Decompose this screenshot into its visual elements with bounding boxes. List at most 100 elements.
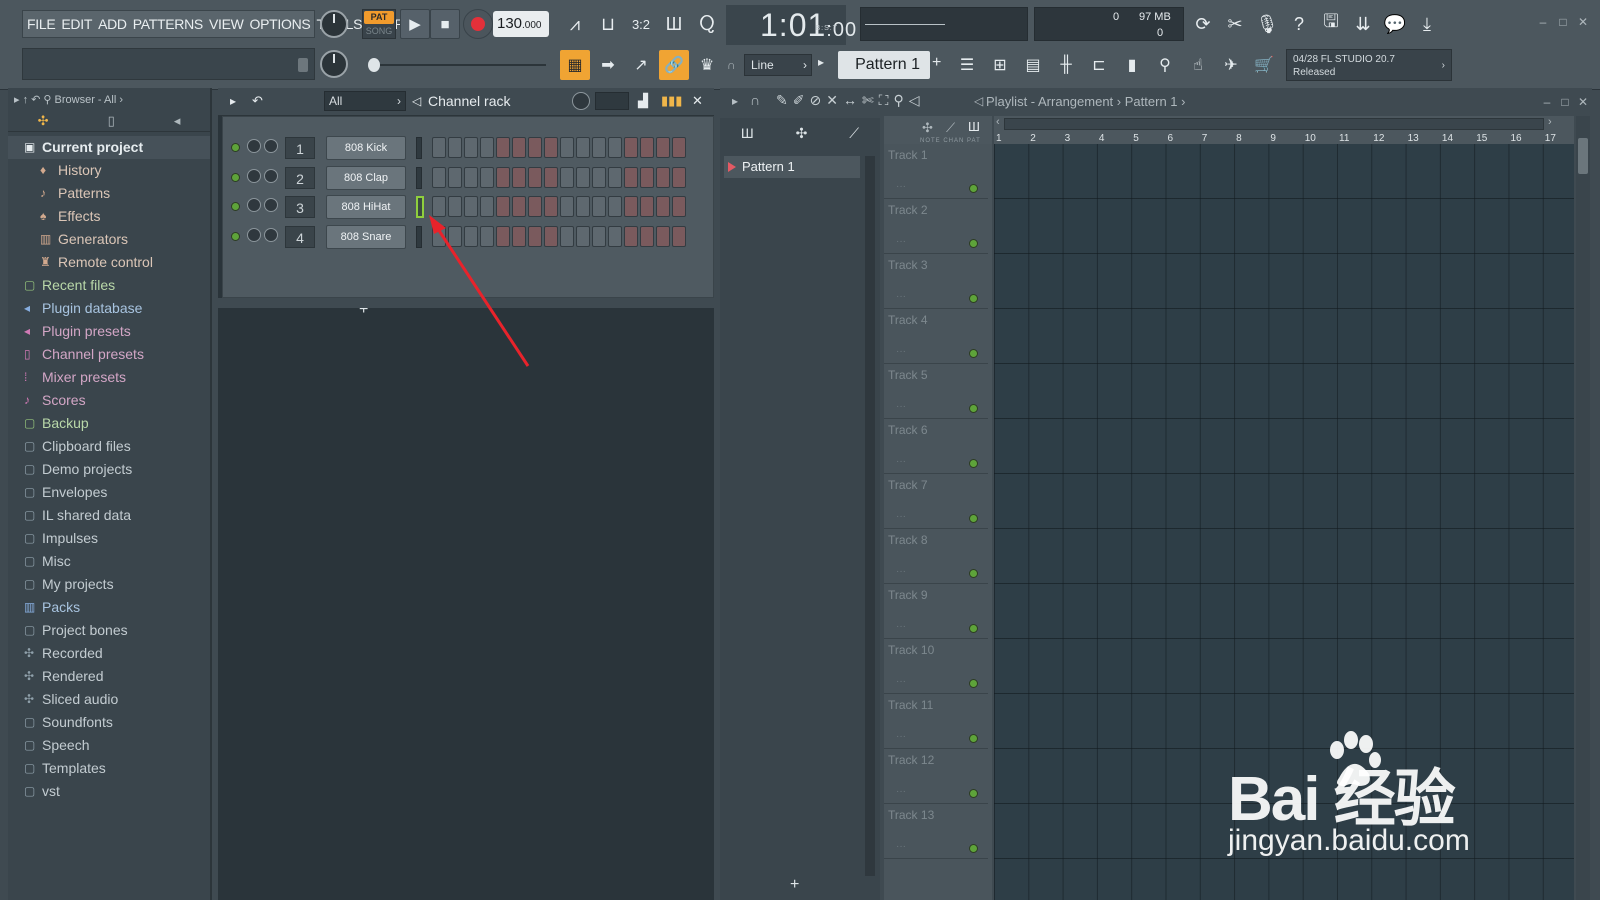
step-button[interactable] [432,137,446,158]
scroll-thumb[interactable] [1578,138,1588,174]
channel-mute-led[interactable] [231,172,240,182]
step-button[interactable] [656,166,670,188]
step-button[interactable] [544,137,558,158]
track-mute-led[interactable] [969,404,978,413]
track-header[interactable]: Track 5 ··· [884,364,988,419]
step-button[interactable] [480,225,494,247]
browser-item-demo-projects[interactable]: ▢ Demo projects [8,458,210,481]
audio-clip-icon[interactable]: ✣ [922,120,933,136]
browser-item-project-bones[interactable]: ▢ Project bones [8,619,210,642]
track-mute-led[interactable] [969,734,978,743]
browser-item-mixer-presets[interactable]: ⁞ Mixer presets [8,366,210,389]
menu-patterns[interactable]: PATTERNS [133,16,204,32]
browser-item-plugin-database[interactable]: ◂ Plugin database [8,297,210,320]
step-button[interactable] [464,166,478,188]
track-mute-led[interactable] [969,514,978,523]
channel-volume-knob[interactable] [264,139,278,153]
slip-tool-icon[interactable]: ↔ [843,92,857,109]
step-button[interactable] [656,225,670,247]
rack-swing-knob[interactable] [572,92,590,110]
step-button[interactable] [432,196,446,217]
step-button[interactable] [672,225,686,247]
step-button[interactable] [560,196,574,217]
snap-magnet-icon[interactable]: ∩ [750,92,760,108]
track-header[interactable]: Track 7 ··· [884,474,988,529]
channel-name-button[interactable]: 808 HiHat [326,195,406,219]
help-button[interactable]: ? [1284,8,1314,40]
channel-rack-button[interactable]: ▤ [1018,50,1048,80]
track-mute-led[interactable] [969,239,978,248]
snap-line-select[interactable]: Line › [744,54,812,76]
rack-swing-icon[interactable]: ↶ [252,93,263,109]
slide-tool-button[interactable]: ↗ [626,50,656,80]
browser-item-soundfonts[interactable]: ▢ Soundfonts [8,711,210,734]
step-button[interactable] [672,196,686,217]
step-button[interactable] [640,196,654,217]
close-icon[interactable]: ✕ [1576,96,1590,108]
record-button[interactable] [463,9,493,39]
browser-tab-all-icon[interactable]: ✣ [38,113,49,129]
arrow-tool-button[interactable]: ➡ [593,50,623,80]
track-header[interactable]: Track 11 ··· [884,694,988,749]
pat-song-toggle[interactable]: PAT SONG [362,9,396,39]
step-button[interactable] [480,166,494,188]
picker-scrollbar[interactable] [865,156,875,876]
step-button[interactable] [480,196,494,217]
menu-file[interactable]: FILE [27,16,56,32]
browser-button[interactable]: ⊏ [1084,50,1114,80]
browser-item-channel-presets[interactable]: ▯ Channel presets [8,343,210,366]
step-button[interactable] [528,225,542,247]
browser-tab-plugins-icon[interactable]: ◂ [174,113,181,129]
rack-group-select[interactable] [595,92,629,110]
track-mute-led[interactable] [969,624,978,633]
picker-audio-icon[interactable]: ✣ [796,125,808,142]
playlist-view-button[interactable]: ▦ [560,50,590,80]
download-button[interactable]: ⤓ [1412,8,1442,40]
browser-item-generators[interactable]: ▥ Generators [8,228,210,251]
channel-volume-knob[interactable] [264,227,278,242]
track-mute-led[interactable] [969,789,978,798]
playlist-window-button[interactable]: ☰ [952,50,982,80]
mute-tool-icon[interactable]: ✕ [826,92,838,109]
browser-item-speech[interactable]: ▢ Speech [8,734,210,757]
draw-tool-icon[interactable]: ✎ [776,92,788,109]
picker-automation-icon[interactable]: ⟋ [849,125,859,142]
step-button[interactable] [576,137,590,158]
step-button[interactable] [624,137,638,158]
cut-tool-button[interactable]: ✂ [1220,8,1250,40]
step-button[interactable] [592,137,606,158]
step-button[interactable] [624,196,638,217]
breadcrumb-pattern[interactable]: Pattern 1 [1125,94,1178,109]
step-button[interactable] [592,196,606,217]
pattern-prev-icon[interactable]: ▸ [818,55,824,69]
master-pitch-knob[interactable] [320,50,348,78]
step-button[interactable] [464,196,478,217]
news-button[interactable]: 💬 [1380,8,1410,40]
track-header[interactable]: Track 10 ··· [884,639,988,694]
step-button[interactable] [432,166,446,188]
close-icon[interactable]: ✕ [1576,16,1590,28]
step-button[interactable] [672,166,686,188]
channel-name-button[interactable]: 808 Kick [326,136,406,160]
zoom-tool-icon[interactable]: ⚲ [893,92,903,109]
channel-select-indicator[interactable] [416,196,424,218]
browser-item-my-projects[interactable]: ▢ My projects [8,573,210,596]
track-header[interactable]: Track 12 ··· [884,749,988,804]
step-button[interactable] [432,225,446,247]
magnet-icon[interactable]: ∩ [727,58,736,72]
cpu-memory-meter[interactable]: 0 97 MB 0 [1034,7,1184,41]
menu-edit[interactable]: EDIT [61,16,92,32]
picker-pattern-item[interactable]: Pattern 1 [724,156,860,178]
browser-item-recorded[interactable]: ✣ Recorded [8,642,210,665]
step-button[interactable] [592,166,606,188]
step-button[interactable] [448,166,462,188]
channel-select-indicator[interactable] [416,166,422,189]
master-volume-knob[interactable] [320,10,348,38]
step-button[interactable] [560,137,574,158]
track-header[interactable]: Track 4 ··· [884,309,988,364]
channel-pan-knob[interactable] [247,227,261,242]
step-button[interactable] [496,166,510,188]
browser-item-remote-control[interactable]: ♜ Remote control [8,251,210,274]
step-button[interactable] [528,196,542,217]
channel-filter-select[interactable]: All › [324,91,406,111]
